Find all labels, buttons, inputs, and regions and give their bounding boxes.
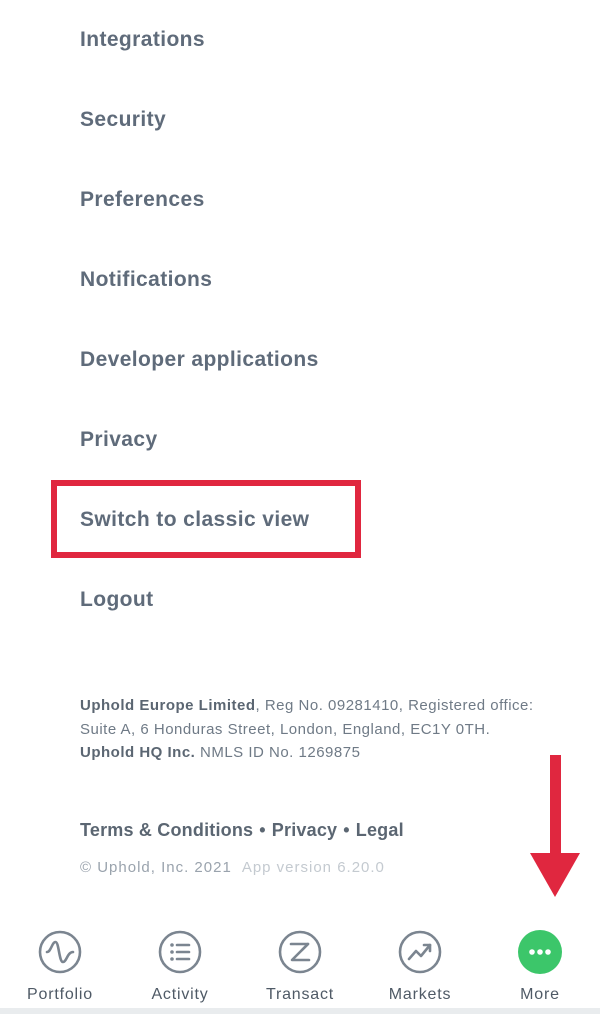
- settings-page: Integrations Security Preferences Notifi…: [0, 0, 600, 1014]
- privacy-link[interactable]: Privacy: [272, 820, 337, 840]
- link-separator: •: [259, 820, 266, 840]
- tab-label: Markets: [388, 986, 452, 1003]
- menu-item-integrations[interactable]: Integrations: [80, 20, 205, 60]
- copyright-text: © Uphold, Inc. 2021: [80, 859, 232, 876]
- tab-label: Activity: [151, 986, 209, 1003]
- tab-portfolio[interactable]: Portfolio: [0, 930, 120, 1014]
- legal-nmls-text: NMLS ID No. 1269875: [195, 744, 361, 761]
- copyright-line: © Uphold, Inc. 2021 App version 6.20.0: [80, 859, 385, 876]
- menu-item-notifications[interactable]: Notifications: [80, 260, 212, 300]
- menu-item-preferences[interactable]: Preferences: [80, 180, 205, 220]
- app-version: App version 6.20.0: [241, 859, 385, 876]
- menu-item-privacy[interactable]: Privacy: [80, 420, 158, 460]
- menu-item-logout[interactable]: Logout: [80, 580, 154, 620]
- tab-markets[interactable]: Markets: [360, 930, 480, 1014]
- legal-company-eu: Uphold Europe Limited: [80, 697, 256, 714]
- activity-icon: [158, 930, 202, 974]
- terms-link[interactable]: Terms & Conditions: [80, 820, 253, 840]
- markets-icon: [398, 930, 442, 974]
- pointer-arrow-icon: [530, 755, 580, 897]
- footer-links: Terms & Conditions • Privacy • Legal: [80, 820, 404, 841]
- portfolio-icon: [38, 930, 82, 974]
- tab-label: Portfolio: [27, 986, 93, 1003]
- link-separator: •: [343, 820, 350, 840]
- legal-company-hq: Uphold HQ Inc.: [80, 744, 196, 761]
- tab-label: More: [520, 986, 560, 1003]
- bottom-divider: [0, 1008, 600, 1014]
- tab-transact[interactable]: Transact: [240, 930, 360, 1014]
- legal-disclaimer: Uphold Europe Limited, Reg No. 09281410,…: [80, 694, 540, 765]
- tab-more[interactable]: More: [480, 930, 600, 1014]
- tab-label: Transact: [265, 986, 335, 1003]
- menu-item-developer-applications[interactable]: Developer applications: [80, 340, 319, 380]
- tab-activity[interactable]: Activity: [120, 930, 240, 1014]
- legal-link[interactable]: Legal: [356, 820, 404, 840]
- menu-item-switch-classic-view[interactable]: Switch to classic view: [80, 500, 309, 540]
- more-icon: [518, 930, 562, 974]
- menu-item-security[interactable]: Security: [80, 100, 166, 140]
- transact-icon: [278, 930, 322, 974]
- bottom-tab-bar: Portfolio Activity Transact Markets More: [0, 918, 600, 1014]
